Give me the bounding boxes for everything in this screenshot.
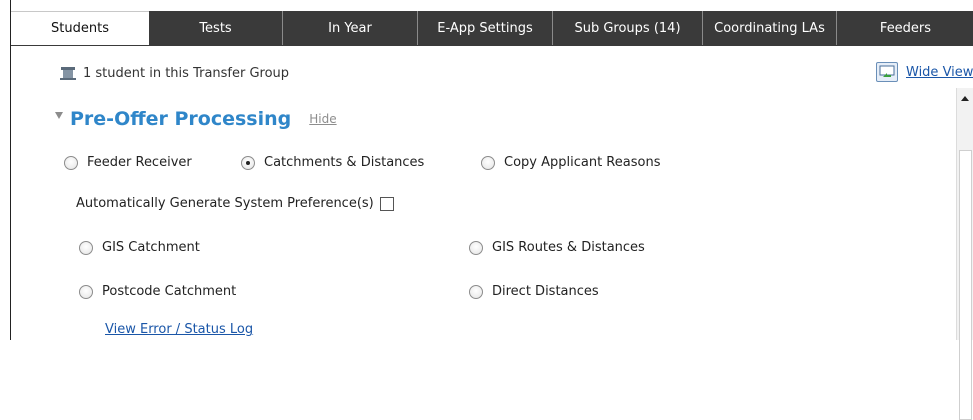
- radio-label: Feeder Receiver: [87, 155, 192, 170]
- tab-coordinating-las[interactable]: Coordinating LAs: [703, 11, 837, 45]
- tab-bar: Students Tests In Year E-App Settings Su…: [11, 11, 973, 45]
- tab-students[interactable]: Students: [11, 11, 149, 45]
- radio-label: Catchments & Distances: [264, 155, 425, 170]
- section-title: Pre-Offer Processing: [70, 108, 292, 130]
- tab-in-year[interactable]: In Year: [283, 11, 418, 45]
- scrollbar-thumb[interactable]: [959, 150, 972, 420]
- student-group-icon: [60, 67, 76, 80]
- tab-tests[interactable]: Tests: [149, 11, 283, 45]
- collapse-triangle-icon[interactable]: [55, 111, 63, 119]
- option-catchments-distances[interactable]: Catchments & Distances: [241, 155, 424, 170]
- radio-gis-routes-distances[interactable]: [469, 240, 483, 255]
- option-postcode-catchment[interactable]: Postcode Catchment: [79, 284, 236, 299]
- transfer-group-info: 1 student in this Transfer Group: [59, 66, 289, 81]
- radio-catchments-distances[interactable]: [241, 155, 255, 170]
- radio-label: GIS Routes & Distances: [492, 240, 645, 255]
- auto-generate-checkbox[interactable]: [379, 196, 394, 211]
- radio-gis-catchment[interactable]: [79, 240, 93, 255]
- wide-view-control[interactable]: Wide View: [876, 62, 973, 82]
- auto-generate-row[interactable]: Automatically Generate System Preference…: [76, 196, 394, 211]
- radio-direct-distances[interactable]: [469, 284, 483, 299]
- tab-feeders[interactable]: Feeders: [837, 11, 973, 45]
- hide-section-link[interactable]: Hide: [309, 112, 336, 126]
- transfer-group-count-text: 1 student in this Transfer Group: [83, 66, 290, 81]
- scroll-up-arrow-icon[interactable]: [961, 96, 969, 101]
- wide-view-icon[interactable]: [876, 62, 898, 82]
- option-gis-catchment[interactable]: GIS Catchment: [79, 240, 200, 255]
- tab-e-app-settings[interactable]: E-App Settings: [418, 11, 553, 45]
- radio-copy-applicant-reasons[interactable]: [481, 155, 495, 170]
- radio-feeder-receiver[interactable]: [64, 155, 78, 170]
- pre-offer-section-header: Pre-Offer Processing Hide: [55, 108, 337, 130]
- radio-label: GIS Catchment: [102, 240, 200, 255]
- option-direct-distances[interactable]: Direct Distances: [469, 284, 599, 299]
- vertical-scrollbar[interactable]: [956, 88, 973, 420]
- wide-view-link[interactable]: Wide View: [906, 65, 973, 80]
- app-frame: Students Tests In Year E-App Settings Su…: [10, 0, 973, 420]
- option-feeder-receiver[interactable]: Feeder Receiver: [64, 155, 192, 170]
- tab-sub-groups[interactable]: Sub Groups (14): [553, 11, 703, 45]
- tab-bar-underline: [11, 45, 973, 46]
- option-gis-routes-distances[interactable]: GIS Routes & Distances: [469, 240, 645, 255]
- option-copy-applicant-reasons[interactable]: Copy Applicant Reasons: [481, 155, 660, 170]
- radio-label: Copy Applicant Reasons: [504, 155, 661, 170]
- radio-label: Direct Distances: [492, 284, 599, 299]
- view-error-status-log-link[interactable]: View Error / Status Log: [105, 322, 253, 337]
- radio-postcode-catchment[interactable]: [79, 284, 93, 299]
- radio-label: Postcode Catchment: [102, 284, 237, 299]
- auto-generate-label: Automatically Generate System Preference…: [76, 196, 374, 211]
